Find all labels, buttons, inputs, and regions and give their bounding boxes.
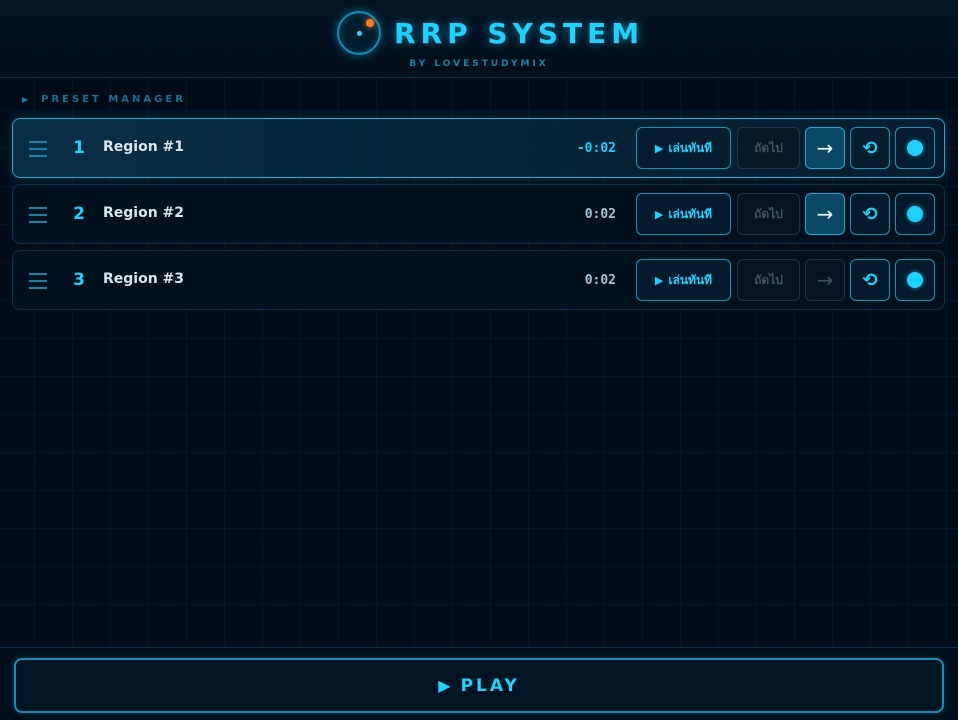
play-now-button[interactable]: ▶ เล่นทันที bbox=[636, 127, 731, 169]
region-name: Region #2 bbox=[103, 205, 185, 221]
footer-bar: ▶ PLAY bbox=[0, 647, 958, 720]
record-dot-icon bbox=[907, 272, 923, 288]
section-label-text: PRESET MANAGER bbox=[41, 94, 186, 105]
reset-icon[interactable]: ⟲ bbox=[850, 259, 890, 301]
drag-handle-icon[interactable] bbox=[29, 207, 47, 224]
next-button[interactable]: ถัดไป bbox=[737, 193, 800, 235]
play-icon: ▶ bbox=[654, 207, 664, 221]
region-row[interactable]: 3 Region #3 0:02 ▶ เล่นทันที ถัดไป → ⟲ bbox=[12, 250, 945, 310]
play-icon: ▶ bbox=[438, 676, 451, 695]
app-subtitle: BY LOVESTUDYMIX bbox=[409, 59, 549, 69]
record-button[interactable] bbox=[895, 259, 935, 301]
region-time: -0:02 bbox=[576, 141, 616, 156]
arrow-right-icon[interactable]: → bbox=[805, 193, 845, 235]
record-button[interactable] bbox=[895, 193, 935, 235]
play-now-button[interactable]: ▶ เล่นทันที bbox=[636, 193, 731, 235]
play-now-label: เล่นทันที bbox=[668, 206, 713, 221]
region-row[interactable]: 2 Region #2 0:02 ▶ เล่นทันที ถัดไป → ⟲ bbox=[12, 184, 945, 244]
play-icon: ▶ bbox=[654, 141, 664, 155]
main-play-button[interactable]: ▶ PLAY bbox=[14, 658, 944, 713]
main-play-label: PLAY bbox=[460, 675, 520, 696]
play-now-label: เล่นทันที bbox=[668, 272, 713, 287]
triangle-right-icon: ▶ bbox=[22, 95, 32, 104]
region-number: 1 bbox=[73, 138, 85, 158]
region-number: 3 bbox=[73, 270, 85, 290]
app-title: RRP SYSTEM bbox=[394, 16, 645, 50]
region-time: 0:02 bbox=[584, 207, 616, 222]
radar-logo-icon bbox=[337, 11, 381, 55]
region-time: 0:02 bbox=[584, 273, 616, 288]
record-dot-icon bbox=[907, 140, 923, 156]
logo-row: RRP SYSTEM bbox=[337, 10, 644, 56]
record-dot-icon bbox=[907, 206, 923, 222]
play-now-label: เล่นทันที bbox=[668, 140, 713, 155]
play-icon: ▶ bbox=[654, 273, 664, 287]
region-name: Region #3 bbox=[103, 271, 185, 287]
radar-blip bbox=[366, 19, 374, 27]
reset-icon[interactable]: ⟲ bbox=[850, 127, 890, 169]
section-label: ▶ PRESET MANAGER bbox=[22, 94, 186, 105]
drag-handle-icon[interactable] bbox=[29, 141, 47, 158]
region-row[interactable]: 1 Region #1 -0:02 ▶ เล่นทันที ถัดไป → ⟲ bbox=[12, 118, 945, 178]
region-number: 2 bbox=[73, 204, 85, 224]
arrow-right-icon[interactable]: → bbox=[805, 127, 845, 169]
next-button[interactable]: ถัดไป bbox=[737, 127, 800, 169]
app-header: RRP SYSTEM BY LOVESTUDYMIX bbox=[0, 0, 958, 78]
arrow-right-icon[interactable]: → bbox=[805, 259, 845, 301]
next-button[interactable]: ถัดไป bbox=[737, 259, 800, 301]
reset-icon[interactable]: ⟲ bbox=[850, 193, 890, 235]
play-now-button[interactable]: ▶ เล่นทันที bbox=[636, 259, 731, 301]
region-name: Region #1 bbox=[103, 139, 185, 155]
radar-center-dot bbox=[357, 31, 362, 36]
drag-handle-icon[interactable] bbox=[29, 273, 47, 290]
record-button[interactable] bbox=[895, 127, 935, 169]
